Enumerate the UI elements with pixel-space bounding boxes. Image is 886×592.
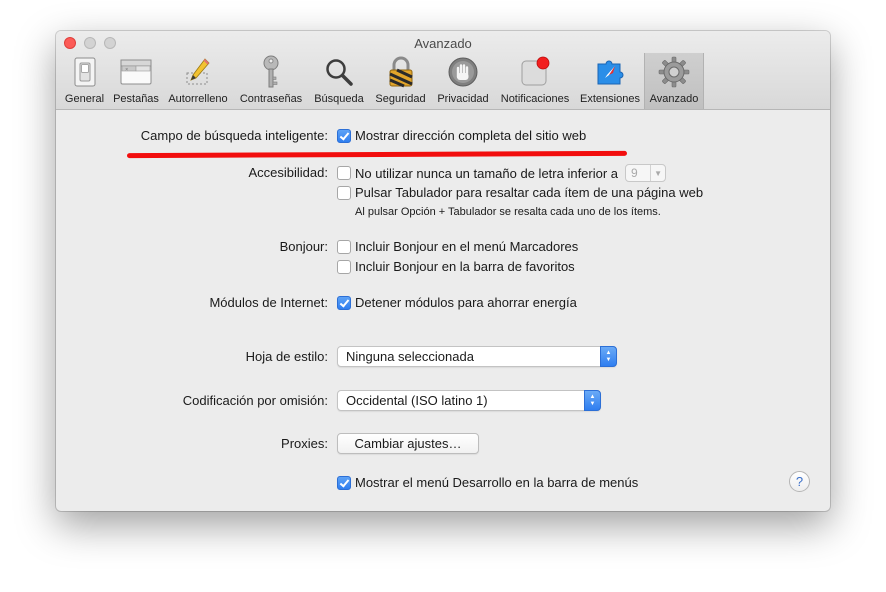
stylesheet-popup[interactable]: Ninguna seleccionada ▲ ▼ — [337, 346, 617, 367]
tab-pestanas[interactable]: × Pestañas — [109, 53, 163, 109]
help-question-icon: ? — [795, 474, 804, 489]
tab-label: Seguridad — [375, 93, 426, 105]
preferences-tabs: General × Pestañas Autorrelleno Contrase… — [60, 53, 704, 109]
window-title: Avanzado — [414, 36, 472, 51]
up-down-arrows-icon: ▲ ▼ — [600, 346, 617, 367]
help-button[interactable]: ? — [789, 471, 810, 492]
magnifier-icon — [322, 55, 356, 89]
bonjour-bookmarks-label: Incluir Bonjour en el menú Marcadores — [355, 239, 579, 254]
gear-icon — [657, 55, 691, 89]
show-full-address-label: Mostrar dirección completa del sitio web — [355, 128, 587, 143]
tab-highlight-label: Pulsar Tabulador para resaltar cada ítem… — [355, 185, 704, 200]
bonjour-favorites-label: Incluir Bonjour en la barra de favoritos — [355, 259, 575, 274]
tab-busqueda[interactable]: Búsqueda — [309, 53, 369, 109]
bonjour-bookmarks-checkbox[interactable] — [337, 239, 351, 254]
tab-label: General — [64, 93, 105, 105]
bonjour-bookmarks-row[interactable]: Incluir Bonjour en el menú Marcadores — [337, 239, 578, 254]
min-font-size-select[interactable]: 9 ▼ — [625, 164, 667, 182]
min-font-size-value: 9 — [631, 166, 638, 180]
tab-highlight-row[interactable]: Pulsar Tabulador para resaltar cada ítem… — [337, 185, 703, 200]
stylesheet-value: Ninguna seleccionada — [346, 349, 474, 364]
tab-highlight-note: Al pulsar Opción + Tabulador se resalta … — [355, 206, 661, 218]
tab-notificaciones[interactable]: Notificaciones — [494, 53, 576, 109]
show-full-address-checkbox[interactable] — [337, 128, 351, 143]
toolbar: Avanzado General × Pestañas Autorrelleno… — [56, 31, 830, 110]
stop-plugins-label: Detener módulos para ahorrar energía — [355, 295, 577, 310]
tab-label: Autorrelleno — [168, 93, 228, 105]
tab-label: Búsqueda — [314, 93, 364, 105]
bonjour-label: Bonjour: — [279, 239, 328, 254]
stop-plugins-row[interactable]: Detener módulos para ahorrar energía — [337, 295, 577, 310]
min-font-size-label: No utilizar nunca un tamaño de letra inf… — [355, 165, 619, 181]
tab-seguridad[interactable]: Seguridad — [369, 53, 432, 109]
accessibility-label: Accesibilidad: — [248, 165, 329, 180]
smart-search-row[interactable]: Mostrar dirección completa del sitio web — [337, 128, 586, 143]
tab-autorrelleno[interactable]: Autorrelleno — [163, 53, 233, 109]
tab-highlight-checkbox[interactable] — [337, 185, 351, 200]
develop-menu-row[interactable]: Mostrar el menú Desarrollo en la barra d… — [337, 475, 638, 490]
encoding-label: Codificación por omisión: — [182, 393, 328, 408]
tab-contrasenas[interactable]: Contraseñas — [233, 53, 309, 109]
red-annotation-underline — [126, 150, 628, 159]
notification-icon — [518, 55, 552, 89]
tab-label: Extensiones — [580, 93, 640, 105]
encoding-popup[interactable]: Occidental (ISO latino 1) ▲ ▼ — [337, 390, 601, 411]
change-settings-button[interactable]: Cambiar ajustes… — [337, 433, 479, 454]
up-down-arrows-icon: ▲ ▼ — [584, 390, 601, 411]
stop-plugins-checkbox[interactable] — [337, 295, 351, 310]
pencil-icon — [181, 55, 215, 89]
tab-label: Privacidad — [437, 93, 489, 105]
smart-search-label: Campo de búsqueda inteligente: — [140, 128, 328, 143]
padlock-icon — [384, 55, 418, 89]
tab-label: Pestañas — [113, 93, 159, 105]
svg-text:×: × — [125, 67, 128, 72]
tab-label: Avanzado — [649, 93, 699, 105]
tabs-icon: × — [119, 55, 153, 89]
tab-general[interactable]: General — [60, 53, 109, 109]
advanced-pane: Campo de búsqueda inteligente: Mostrar d… — [56, 110, 830, 511]
develop-menu-label: Mostrar el menú Desarrollo en la barra d… — [355, 475, 639, 490]
encoding-value: Occidental (ISO latino 1) — [346, 393, 488, 408]
develop-menu-checkbox[interactable] — [337, 475, 351, 490]
chevron-down-icon: ▼ — [650, 165, 665, 181]
key-icon — [254, 55, 288, 89]
general-switch-icon — [68, 55, 102, 89]
tab-avanzado[interactable]: Avanzado — [644, 53, 704, 109]
hand-icon — [446, 55, 480, 89]
plugins-label: Módulos de Internet: — [209, 295, 328, 310]
tab-label: Contraseñas — [239, 93, 303, 105]
bonjour-favorites-checkbox[interactable] — [337, 259, 351, 274]
stylesheet-label: Hoja de estilo: — [245, 349, 328, 364]
tab-label: Notificaciones — [500, 93, 570, 105]
min-font-row[interactable]: No utilizar nunca un tamaño de letra inf… — [337, 163, 667, 183]
min-font-size-checkbox[interactable] — [337, 166, 351, 180]
puzzle-compass-icon — [593, 55, 627, 89]
tab-extensiones[interactable]: Extensiones — [576, 53, 644, 109]
tab-privacidad[interactable]: Privacidad — [432, 53, 494, 109]
preferences-window: Avanzado General × Pestañas Autorrelleno… — [56, 31, 830, 511]
bonjour-favorites-row[interactable]: Incluir Bonjour en la barra de favoritos — [337, 259, 575, 274]
proxies-label: Proxies: — [281, 436, 328, 451]
